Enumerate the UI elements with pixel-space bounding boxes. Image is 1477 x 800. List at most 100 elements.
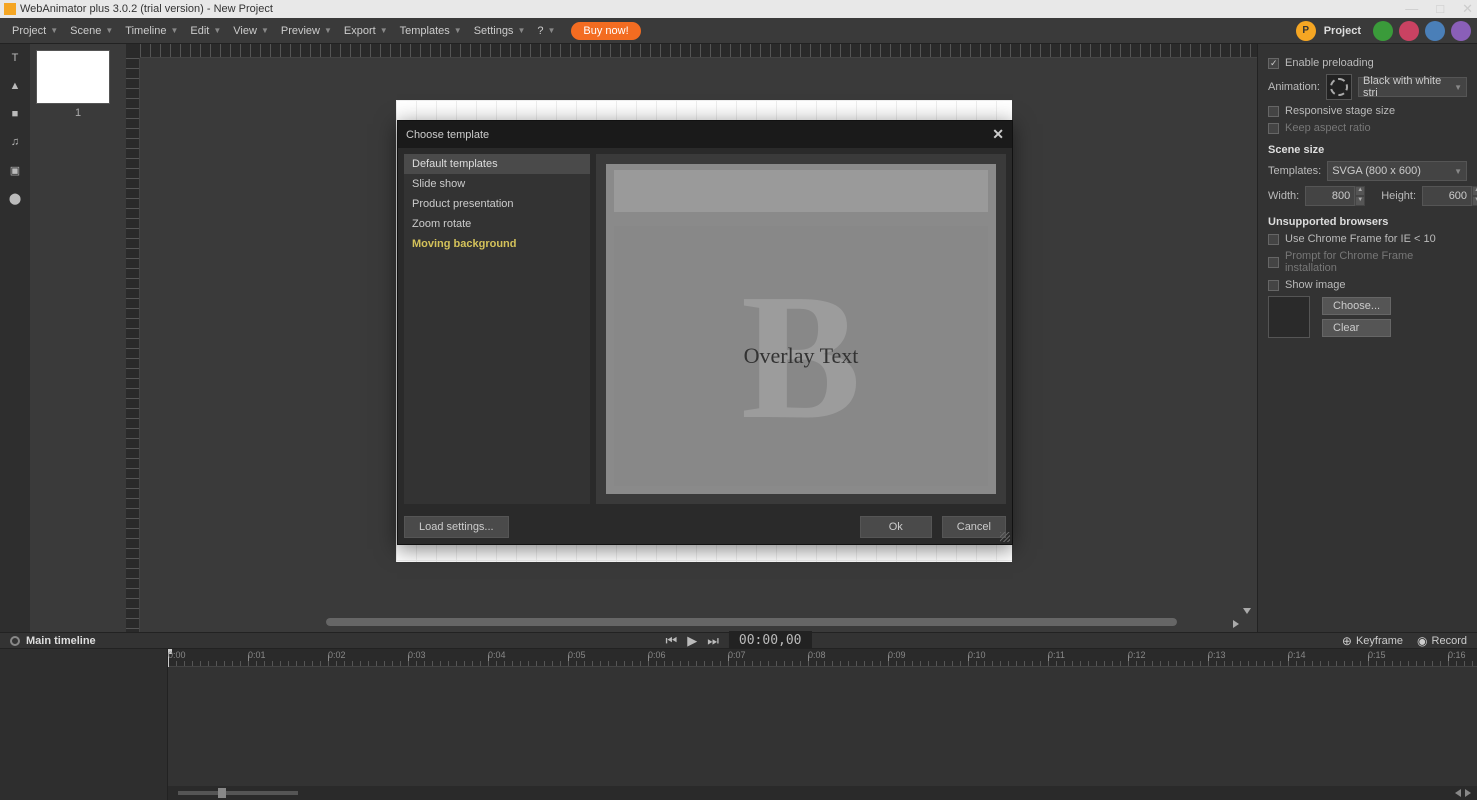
template-item[interactable]: Product presentation xyxy=(404,194,590,214)
project-mode-icon[interactable]: P xyxy=(1296,21,1316,41)
timeline-tick: 0:09 xyxy=(888,650,906,660)
keyframe-icon: ⊕ xyxy=(1342,634,1352,648)
project-label: Project xyxy=(1324,25,1361,37)
video-tool-icon[interactable]: ■ xyxy=(7,106,23,122)
layers-tool-icon[interactable]: ▣ xyxy=(7,162,23,178)
timeline-zoom-slider[interactable] xyxy=(178,791,298,795)
record-button[interactable]: ◉Record xyxy=(1417,634,1467,648)
chrome-frame-checkbox[interactable] xyxy=(1268,234,1279,245)
timeline-tick: 0:03 xyxy=(408,650,426,660)
height-label: Height: xyxy=(1381,190,1416,202)
timeline-track-area[interactable] xyxy=(168,667,1477,786)
scroll-right-icon[interactable] xyxy=(1233,620,1239,628)
height-up-icon[interactable]: ▲ xyxy=(1472,186,1477,196)
menu-edit[interactable]: Edit▼ xyxy=(184,22,227,40)
minimize-icon[interactable]: — xyxy=(1405,1,1418,17)
timeline-target-icon[interactable] xyxy=(10,636,20,646)
timeline-scroll-right-icon[interactable] xyxy=(1465,789,1471,797)
keyframe-button[interactable]: ⊕Keyframe xyxy=(1342,634,1403,648)
scene-thumbnail-label: 1 xyxy=(36,107,120,119)
timeline-scroll-left-icon[interactable] xyxy=(1455,789,1461,797)
close-window-icon[interactable]: ✕ xyxy=(1462,1,1473,17)
animation-select[interactable]: Black with white stri▼ xyxy=(1358,77,1467,97)
properties-panel: Enable preloading Animation: Black with … xyxy=(1257,44,1477,632)
mode-red-icon[interactable] xyxy=(1399,21,1419,41)
menu-view[interactable]: View▼ xyxy=(227,22,275,40)
menu-preview[interactable]: Preview▼ xyxy=(275,22,338,40)
tool-rail: T ▲ ■ ♫ ▣ ⬤ xyxy=(0,44,30,632)
template-preview: B Overlay Text xyxy=(596,154,1006,504)
record-icon: ◉ xyxy=(1417,634,1427,648)
text-tool-icon[interactable]: T xyxy=(7,50,23,66)
choose-template-dialog: Choose template ✕ Default templates Slid… xyxy=(397,120,1013,545)
timeline-ruler[interactable]: 0:000:010:020:030:040:050:060:070:080:09… xyxy=(168,649,1477,667)
width-up-icon[interactable]: ▲ xyxy=(1355,186,1365,196)
ruler-horizontal[interactable] xyxy=(140,44,1257,58)
load-settings-button[interactable]: Load settings... xyxy=(404,516,509,538)
menu-[interactable]: ?▼ xyxy=(531,22,561,40)
menu-settings[interactable]: Settings▼ xyxy=(468,22,532,40)
template-item[interactable]: Zoom rotate xyxy=(404,214,590,234)
width-input[interactable] xyxy=(1305,186,1355,206)
mode-green-icon[interactable] xyxy=(1373,21,1393,41)
maximize-icon[interactable]: □ xyxy=(1436,1,1444,17)
scene-thumbnail[interactable] xyxy=(36,50,110,104)
prompt-install-checkbox[interactable] xyxy=(1268,257,1279,268)
keepaspect-checkbox[interactable] xyxy=(1268,123,1279,134)
animation-label: Animation: xyxy=(1268,81,1320,93)
skip-back-icon[interactable]: ⏮ xyxy=(665,633,677,649)
scene-size-heading: Scene size xyxy=(1268,144,1467,156)
ruler-corner xyxy=(126,44,140,58)
menu-timeline[interactable]: Timeline▼ xyxy=(119,22,184,40)
height-down-icon[interactable]: ▼ xyxy=(1472,196,1477,206)
menu-templates[interactable]: Templates▼ xyxy=(394,22,468,40)
prompt-install-label: Prompt for Chrome Frame installation xyxy=(1285,250,1467,274)
menu-export[interactable]: Export▼ xyxy=(338,22,394,40)
width-down-icon[interactable]: ▼ xyxy=(1355,196,1365,206)
resize-grip-icon[interactable] xyxy=(1000,532,1010,542)
timeline-tick: 0:16 xyxy=(1448,650,1466,660)
animation-preview-icon xyxy=(1326,74,1352,100)
titlebar: WebAnimator plus 3.0.2 (trial version) -… xyxy=(0,0,1477,18)
template-item[interactable]: Slide show xyxy=(404,174,590,194)
play-icon[interactable]: ▶ xyxy=(687,633,697,649)
timeline-tick: 0:15 xyxy=(1368,650,1386,660)
menu-project[interactable]: Project▼ xyxy=(6,22,64,40)
show-image-checkbox[interactable] xyxy=(1268,280,1279,291)
window-title: WebAnimator plus 3.0.2 (trial version) -… xyxy=(20,3,273,15)
audio-tool-icon[interactable]: ♫ xyxy=(7,134,23,150)
clear-image-button[interactable]: Clear xyxy=(1322,319,1391,337)
mode-blue-icon[interactable] xyxy=(1425,21,1445,41)
template-item[interactable]: Moving background xyxy=(404,234,590,254)
skip-forward-icon[interactable]: ⏭ xyxy=(707,633,719,649)
template-preview-image: B Overlay Text xyxy=(606,164,996,494)
ruler-vertical[interactable] xyxy=(126,58,140,632)
timeline-tick: 0:14 xyxy=(1288,650,1306,660)
buy-now-button[interactable]: Buy now! xyxy=(571,22,640,40)
enable-preloading-checkbox[interactable] xyxy=(1268,58,1279,69)
templates-label: Templates: xyxy=(1268,165,1321,177)
image-tool-icon[interactable]: ▲ xyxy=(7,78,23,94)
template-list: Default templates Slide showProduct pres… xyxy=(404,154,590,504)
canvas-scrollbar[interactable] xyxy=(326,618,1177,626)
responsive-checkbox[interactable] xyxy=(1268,106,1279,117)
height-input[interactable] xyxy=(1422,186,1472,206)
timeline-tick: 0:02 xyxy=(328,650,346,660)
dialog-close-icon[interactable]: ✕ xyxy=(992,126,1004,143)
scroll-down-icon[interactable] xyxy=(1243,608,1251,614)
timeline-tick: 0:08 xyxy=(808,650,826,660)
choose-image-button[interactable]: Choose... xyxy=(1322,297,1391,315)
timeline-tick: 0:13 xyxy=(1208,650,1226,660)
timeline-tick: 0:04 xyxy=(488,650,506,660)
timeline-header: Main timeline ⏮ ▶ ⏭ 00:00,00 ⊕Keyframe ◉… xyxy=(0,632,1477,648)
shapes-tool-icon[interactable]: ⬤ xyxy=(7,190,23,206)
width-label: Width: xyxy=(1268,190,1299,202)
cancel-button[interactable]: Cancel xyxy=(942,516,1006,538)
timeline-tick: 0:07 xyxy=(728,650,746,660)
ok-button[interactable]: Ok xyxy=(860,516,932,538)
templates-select[interactable]: SVGA (800 x 600)▼ xyxy=(1327,161,1467,181)
template-category[interactable]: Default templates xyxy=(404,154,590,174)
menu-scene[interactable]: Scene▼ xyxy=(64,22,119,40)
timeline-tick: 0:10 xyxy=(968,650,986,660)
mode-purple-icon[interactable] xyxy=(1451,21,1471,41)
